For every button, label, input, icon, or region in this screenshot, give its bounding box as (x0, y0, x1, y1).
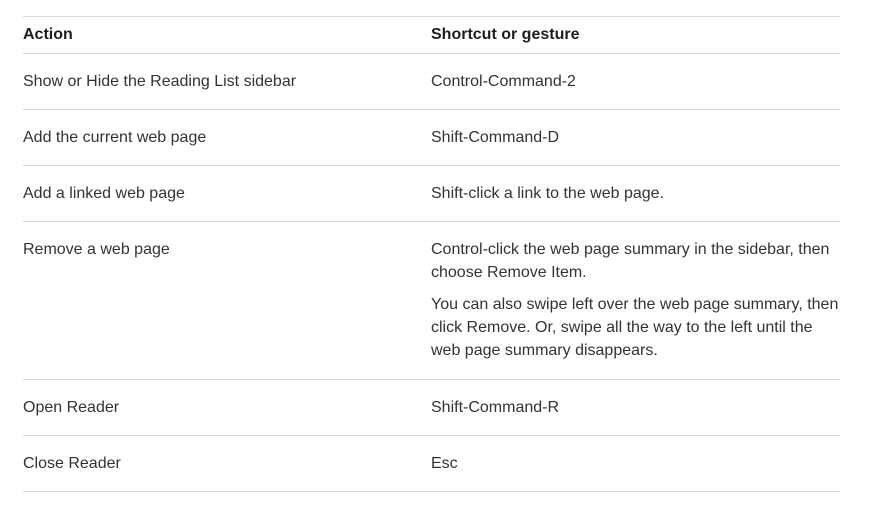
table-row: Open Reader Shift-Command-R (23, 380, 840, 436)
action-cell: Open Reader (23, 399, 120, 416)
table-header-row: Action Shortcut or gesture (23, 17, 840, 54)
shortcut-cell: Control-Command-2 (431, 54, 840, 109)
table-row: Close Reader Esc (23, 436, 840, 492)
shortcut-cell: Shift-Command-R (431, 380, 840, 435)
shortcut-cell: Control-click the web page summary in th… (431, 222, 840, 379)
shortcut-text: Shift-Command-R (431, 399, 560, 416)
shortcut-note-text: You can also swipe left over the web pag… (431, 296, 839, 359)
shortcut-text: Esc (431, 455, 458, 472)
table-row: Add a linked web page Shift-click a link… (23, 166, 840, 222)
action-cell: Remove a web page (23, 241, 170, 258)
action-cell: Add a linked web page (23, 185, 185, 202)
action-cell: Close Reader (23, 455, 121, 472)
shortcut-cell: Shift-Command-D (431, 110, 840, 165)
column-header-action: Action (23, 26, 73, 43)
shortcut-cell: Shift-click a link to the web page. (431, 166, 840, 221)
table-row: Show or Hide the Reading List sidebar Co… (23, 54, 840, 110)
shortcut-cell: Esc (431, 436, 840, 491)
action-cell: Add the current web page (23, 129, 207, 146)
shortcut-text: Shift-Command-D (431, 129, 560, 146)
table-row: Add the current web page Shift-Command-D (23, 110, 840, 166)
action-cell: Show or Hide the Reading List sidebar (23, 73, 297, 90)
shortcut-text: Control-Command-2 (431, 73, 576, 90)
shortcut-text: Shift-click a link to the web page. (431, 185, 665, 202)
table-row: Remove a web page Control-click the web … (23, 222, 840, 380)
column-header-shortcut: Shortcut or gesture (431, 26, 580, 43)
shortcut-text: Control-click the web page summary in th… (431, 241, 830, 281)
shortcuts-table: Action Shortcut or gesture Show or Hide … (23, 16, 840, 492)
